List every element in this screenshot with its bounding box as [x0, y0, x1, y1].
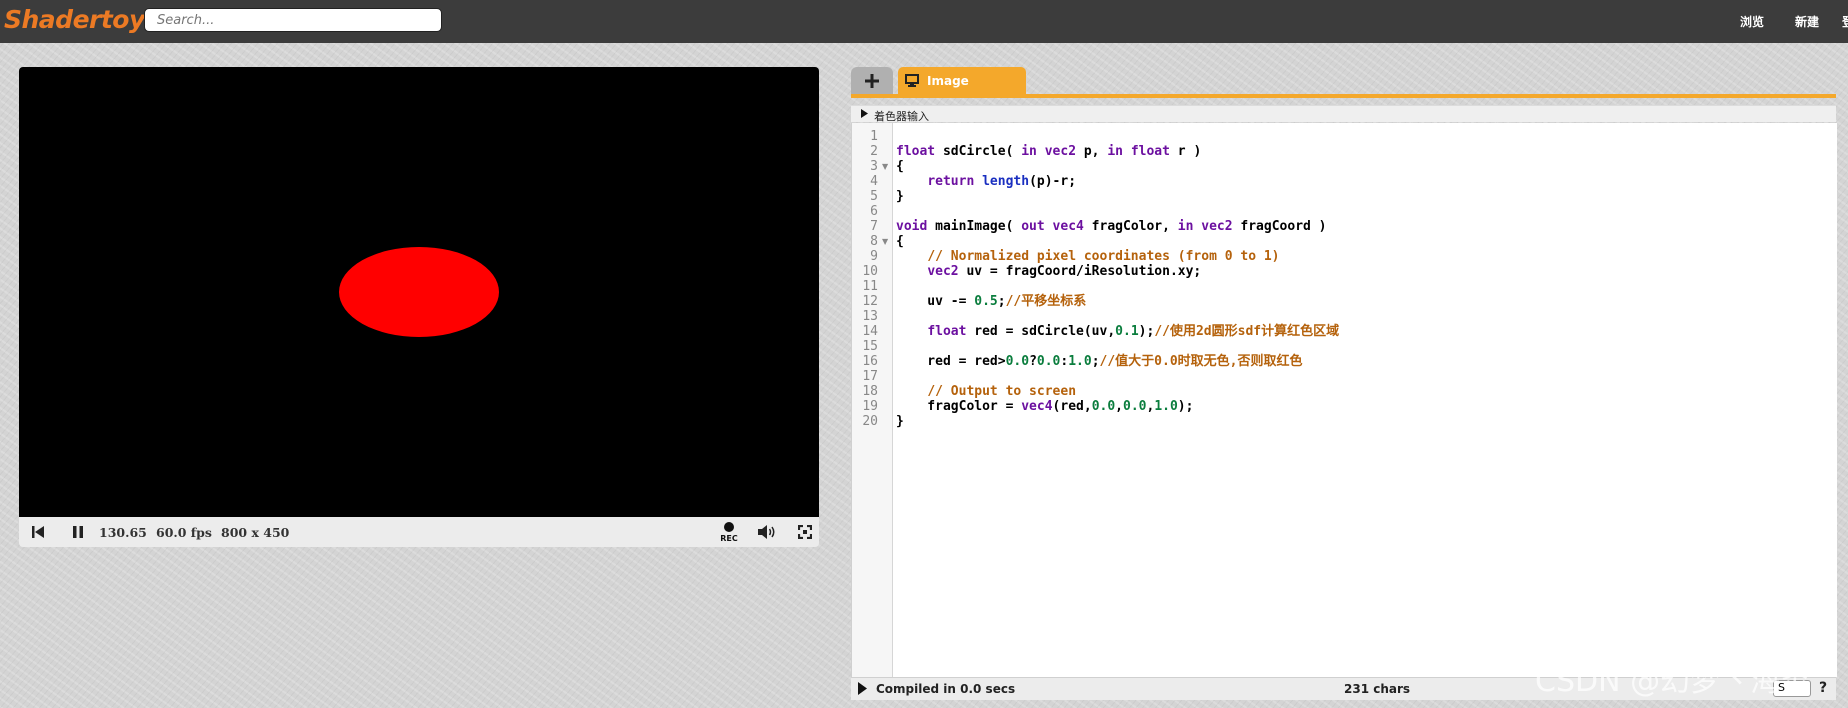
- volume-button[interactable]: [754, 517, 780, 547]
- code-line: // Normalized pixel coordinates (from 0 …: [927, 249, 1280, 264]
- compile-status: Compiled in 0.0 secs: [876, 682, 1016, 696]
- rewind-icon: [32, 526, 44, 538]
- shadertoy-logo[interactable]: Shadertoy: [4, 5, 145, 34]
- rewind-button[interactable]: [25, 517, 51, 547]
- expand-arrow-icon: [861, 109, 868, 118]
- line-number: 10: [862, 264, 878, 279]
- code-line: float red = sdCircle(uv,0.1);//使用2d圆形sdf…: [927, 324, 1340, 339]
- line-number: 17: [862, 369, 878, 384]
- tab-image[interactable]: Image: [898, 67, 1026, 94]
- rendered-red-circle: [339, 247, 499, 337]
- line-number: 1: [870, 129, 878, 144]
- line-number: 18: [862, 384, 878, 399]
- code-editor[interactable]: 1 2 3 ▼ 4 5 6 7 8 ▼ 9 10 11 12 13 14 15 …: [851, 123, 1837, 677]
- line-number: 9: [870, 249, 878, 264]
- line-number: 13: [862, 309, 878, 324]
- tab-underline: [851, 94, 1836, 98]
- line-number: 20: [862, 414, 878, 429]
- code-line: // Output to screen: [927, 384, 1077, 399]
- code-line: return length(p)-r;: [927, 174, 1077, 189]
- fold-arrow-icon[interactable]: ▼: [882, 234, 888, 249]
- code-line: fragColor = vec4(red,0.0,0.0,1.0);: [896, 399, 1194, 414]
- line-number: 12: [862, 294, 878, 309]
- code-line: }: [896, 414, 904, 429]
- resolution-readout: 800 x 450: [221, 525, 290, 540]
- code-line: {: [896, 159, 904, 174]
- record-icon: REC: [720, 522, 738, 543]
- watermark: CSDN @幻梦丶海炎: [1535, 664, 1811, 699]
- compile-play-icon[interactable]: [858, 682, 867, 695]
- line-number: 19: [862, 399, 878, 414]
- top-bar: Shadertoy 浏览 新建 登: [0, 0, 1848, 43]
- shader-viewport[interactable]: [19, 67, 819, 517]
- nav-new-link[interactable]: 新建: [1795, 13, 1819, 30]
- code-line: {: [896, 234, 904, 249]
- code-line: red = red>0.0?0.0:1.0;//值大于0.0时取无色,否则取红色: [896, 354, 1303, 369]
- code-line: uv -= 0.5;//平移坐标系: [896, 294, 1087, 309]
- render-canvas: [339, 247, 499, 337]
- fullscreen-button[interactable]: [792, 517, 818, 547]
- add-tab-button[interactable]: [851, 67, 893, 94]
- search-input[interactable]: [144, 8, 442, 32]
- help-button[interactable]: ?: [1819, 680, 1827, 696]
- shader-inputs-label: 着色器输入: [874, 110, 929, 123]
- code-line: }: [896, 189, 904, 204]
- line-number: 11: [862, 279, 878, 294]
- line-number-gutter: 1 2 3 ▼ 4 5 6 7 8 ▼ 9 10 11 12 13 14 15 …: [852, 123, 893, 677]
- fullscreen-icon: [798, 525, 812, 539]
- line-number: 15: [862, 339, 878, 354]
- plus-icon: [865, 73, 879, 88]
- fold-arrow-icon[interactable]: ▼: [882, 159, 888, 174]
- record-button[interactable]: REC: [716, 517, 742, 547]
- nav-browse-link[interactable]: 浏览: [1740, 13, 1764, 30]
- shader-inputs-toggle[interactable]: 着色器输入: [851, 105, 1836, 123]
- rec-label: REC: [720, 534, 738, 543]
- line-number: 6: [870, 204, 878, 219]
- line-number: 7: [870, 219, 878, 234]
- char-count: 231 chars: [1344, 682, 1411, 696]
- code-line: void mainImage( out vec4 fragColor, in v…: [896, 219, 1327, 234]
- line-number: 2: [870, 144, 878, 159]
- time-readout: 130.65: [99, 525, 147, 540]
- line-number: 14: [862, 324, 878, 339]
- fps-readout: 60.0 fps: [156, 525, 212, 540]
- pause-button[interactable]: [65, 517, 91, 547]
- monitor-icon: [905, 74, 919, 87]
- pause-icon: [73, 526, 83, 538]
- tab-image-label: Image: [927, 74, 969, 88]
- code-line: vec2 uv = fragCoord/iResolution.xy;: [927, 264, 1202, 279]
- line-number: 8: [870, 234, 878, 249]
- speaker-icon: [758, 525, 775, 539]
- line-number: 16: [862, 354, 878, 369]
- nav-signin-link[interactable]: 登: [1842, 13, 1848, 30]
- line-number: 5: [870, 189, 878, 204]
- player-controls: 130.65 60.0 fps 800 x 450 REC: [19, 517, 819, 547]
- line-number: 3: [870, 159, 878, 174]
- code-line: float sdCircle( in vec2 p, in float r ): [896, 144, 1202, 159]
- line-number: 4: [870, 174, 878, 189]
